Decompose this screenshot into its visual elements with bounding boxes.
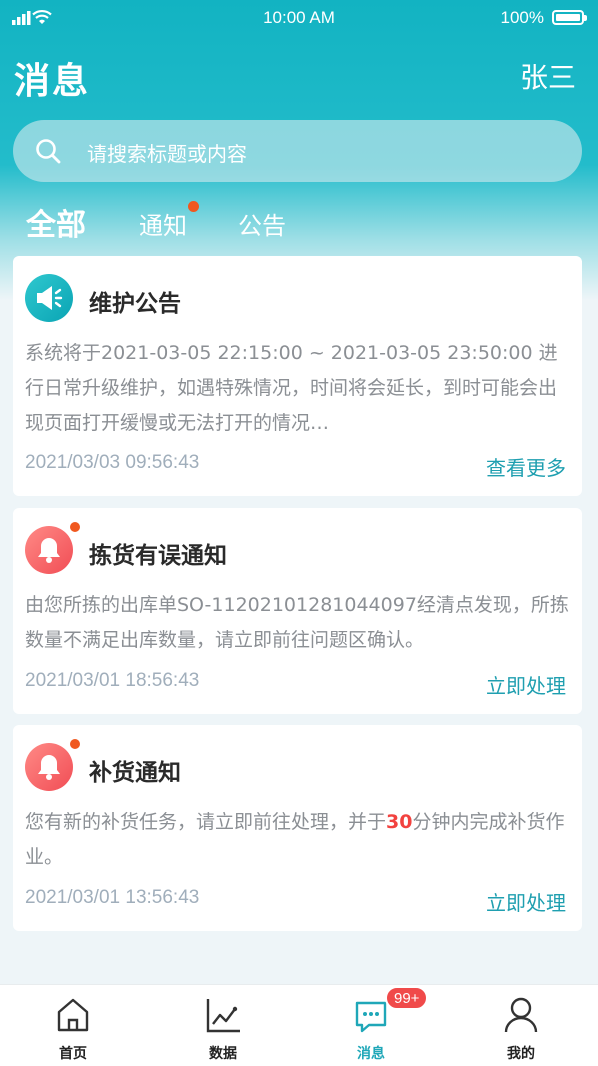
message-time: 2021/03/03 09:56:43 xyxy=(25,452,200,473)
nav-messages-label: 消息 xyxy=(357,1046,385,1062)
message-card-maintenance[interactable]: 维护公告 系统将于2021-03-05 22:15:00 ~ 2021-03-0… xyxy=(13,256,582,496)
message-body: 您有新的补货任务，请立即前往处理，并于30分钟内完成补货作业。 xyxy=(25,805,575,875)
message-card-picking-error[interactable]: 拣货有误通知 由您所拣的出库单SO-11202101281044097经清点发现… xyxy=(13,508,582,714)
status-bar: 10:00 AM 100% xyxy=(0,0,598,36)
battery-icon xyxy=(552,10,587,25)
nav-data[interactable]: 数据 xyxy=(163,985,283,1066)
process-now-link[interactable]: 立即处理 xyxy=(486,670,566,699)
tab-notice-label: 通知 xyxy=(139,212,187,240)
message-body: 由您所拣的出库单SO-11202101281044097经清点发现，所拣数量不满… xyxy=(25,594,569,651)
message-time: 2021/03/01 13:56:43 xyxy=(25,887,200,908)
nav-profile-label: 我的 xyxy=(507,1046,535,1062)
unread-count-badge: 99+ xyxy=(385,986,429,1010)
tab-all[interactable]: 全部 xyxy=(26,200,86,244)
bell-icon xyxy=(25,738,81,791)
message-time: 2021/03/01 18:56:43 xyxy=(25,670,200,691)
nav-profile[interactable]: 我的 xyxy=(461,985,581,1066)
message-title: 补货通知 xyxy=(89,760,181,786)
unread-dot xyxy=(69,738,81,750)
search-placeholder: 请搜索标题或内容 xyxy=(87,142,247,166)
user-icon xyxy=(504,997,538,1033)
battery-percent: 100% xyxy=(500,8,544,27)
user-name[interactable]: 张三 xyxy=(520,56,576,96)
view-more-link[interactable]: 查看更多 xyxy=(486,452,566,481)
nav-home-label: 首页 xyxy=(59,1046,87,1062)
search-icon xyxy=(35,138,61,164)
message-title: 拣货有误通知 xyxy=(89,543,227,569)
message-body: 系统将于2021-03-05 22:15:00 ~ 2021-03-05 23:… xyxy=(25,342,558,434)
tab-announcement[interactable]: 公告 xyxy=(238,206,286,241)
category-tabs: 全部 通知 公告 xyxy=(0,198,598,248)
message-icon xyxy=(355,1001,387,1033)
message-card-replenishment[interactable]: 补货通知 您有新的补货任务，请立即前往处理，并于30分钟内完成补货作业。 202… xyxy=(13,725,582,931)
message-body-pre: 您有新的补货任务，请立即前往处理，并于 xyxy=(25,811,387,833)
chart-icon xyxy=(206,999,240,1033)
unread-dot xyxy=(188,201,199,212)
speaker-icon xyxy=(25,274,73,322)
highlight-minutes: 30 xyxy=(386,811,413,833)
page-title: 消息 xyxy=(14,61,91,102)
nav-messages[interactable]: 99+ 消息 xyxy=(311,985,431,1066)
search-input[interactable]: 请搜索标题或内容 xyxy=(13,120,582,182)
home-icon xyxy=(57,998,89,1032)
message-title: 维护公告 xyxy=(89,291,181,317)
process-now-link[interactable]: 立即处理 xyxy=(486,887,566,916)
bottom-nav: 首页 数据 99+ 消息 我的 xyxy=(0,984,598,1066)
unread-dot xyxy=(69,521,81,533)
nav-data-label: 数据 xyxy=(209,1046,237,1062)
nav-home[interactable]: 首页 xyxy=(13,985,133,1066)
bell-icon xyxy=(25,521,81,574)
tab-notice[interactable]: 通知 xyxy=(139,201,199,241)
